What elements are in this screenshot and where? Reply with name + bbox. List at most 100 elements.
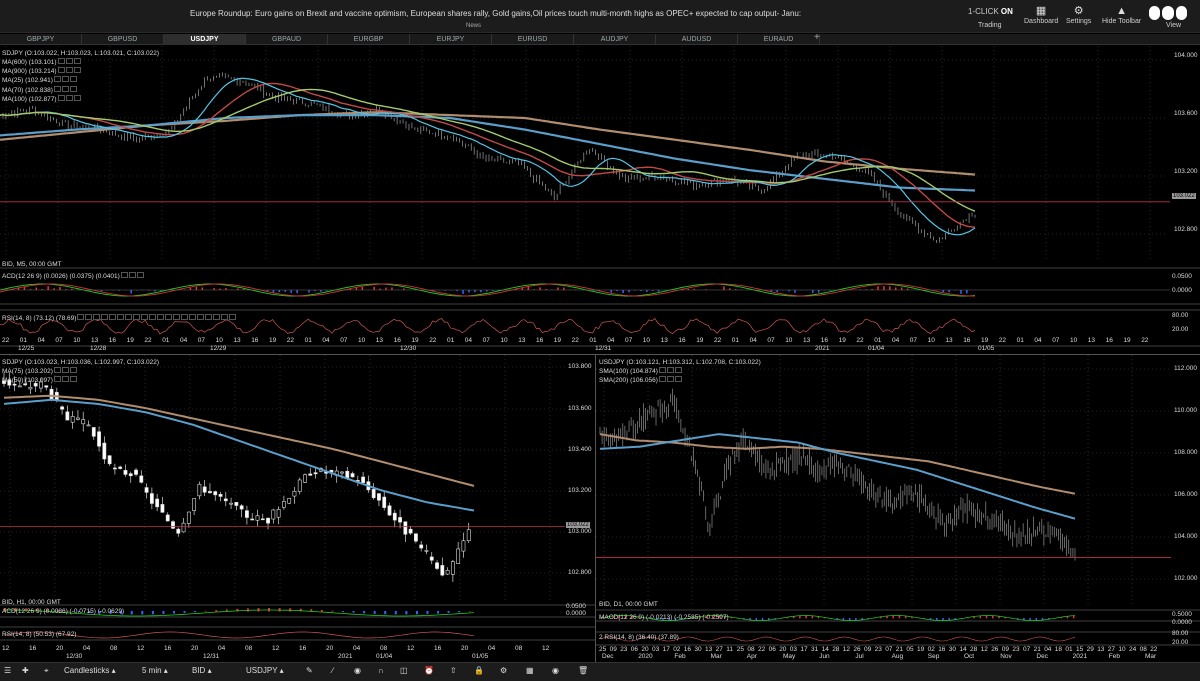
candle-body [340,471,344,474]
candle-body [213,491,218,496]
month-tick: 2020 [638,653,653,660]
tab-usdjpy[interactable]: USDJPY [164,34,246,45]
lock-icon[interactable]: 🔒 [474,666,484,675]
h1-footer: BID, H1, 00:00 GMT [2,599,61,606]
time-tick: 22 [856,337,864,344]
tab-euraud[interactable]: EURAUD [738,34,820,45]
layout-icon[interactable]: ▦ [526,666,534,675]
d1-price-tick: 112.000 [1174,365,1198,372]
date-tick: 01/04 [376,653,393,660]
time-tick: 20 [641,646,649,653]
time-tick: 22 [144,337,152,344]
time-tick: 07 [767,337,775,344]
one-click-toggle[interactable]: 1-CLICK ON [968,7,1013,16]
tab-gbpjpy[interactable]: GBPJPY [0,34,82,45]
eye-icon[interactable]: ◉ [354,666,361,675]
date-tick: 2021 [815,345,830,352]
time-tick: 03 [652,646,660,653]
macd-bar [130,611,133,615]
macd-bar [213,288,215,290]
crosshair-icon[interactable]: ✚ [22,666,29,675]
candle-body [297,479,302,492]
camera-icon[interactable]: ◉ [552,666,559,675]
symbol-select[interactable]: USDJPY ▴ [246,666,284,675]
h1-legend-ma50: MA(50) (103.097) [2,376,159,385]
time-tick: 01 [1016,337,1024,344]
macd-bar [966,290,968,294]
tab-eurusd[interactable]: EURUSD [492,34,574,45]
tab-gbpusd[interactable]: GBPUSD [82,34,164,45]
view-button[interactable]: View [1166,22,1181,29]
time-tick: 22 [758,646,766,653]
h1-chart-panel[interactable]: SDJPY (O:103.023, H:103.036, L:102.997, … [0,355,595,661]
magnet-icon[interactable]: ∩ [378,666,384,675]
candle-body [239,505,244,510]
hide-toolbar-button[interactable]: ▲ Hide Toolbar [1102,5,1141,25]
top-chart-panel[interactable]: SDJPY (O:103.022, H:103.023, L:103.021, … [0,46,1200,354]
chart-type-select[interactable]: Candlesticks ▴ [64,666,116,675]
layers-icon[interactable]: ◫ [400,666,408,675]
settings-button[interactable]: ⚙ Settings [1066,5,1091,25]
date-tick: 12/29 [210,345,227,352]
macd-bar [610,290,612,293]
candle-body [202,486,207,493]
alarm-icon[interactable]: ⏰ [424,666,434,675]
time-tick: 19 [553,337,562,344]
menu-icon[interactable]: ☰ [4,666,11,675]
macd-bar [320,609,323,612]
macd-bar [394,611,397,615]
macd-bar [320,290,322,292]
trash-icon[interactable]: 🗑 [578,666,588,675]
time-tick: 30 [694,646,702,653]
top-chart-canvas[interactable] [0,46,1200,354]
candle-body [144,487,149,493]
time-tick: 13 [803,337,811,344]
news-label[interactable]: News [466,23,481,29]
bottom-toolbar: ☰ ✚ ⌖ Candlesticks ▴ 5 min ▴ BID ▴ USDJP… [0,662,1200,681]
time-tick: 04 [749,337,757,344]
trading-button[interactable]: Trading [978,22,1001,29]
pencil-icon[interactable]: ✎ [306,666,313,675]
candle-body [149,493,154,504]
d1-chart-panel[interactable]: USDJPY (O:103.121, H:103.312, L:102.708,… [596,355,1200,661]
tab-gbpaud[interactable]: GBPAUD [246,34,328,45]
top-legend-ma70: MA(70) (102.838) [2,85,159,95]
tab-eurjpy[interactable]: EURJPY [410,34,492,45]
price-side-select[interactable]: BID ▴ [192,666,212,675]
time-tick: 04 [83,645,91,652]
gear-icon[interactable]: ⚙ [500,666,507,675]
timeframe-select[interactable]: 5 min ▴ [142,666,168,675]
time-tick: 12 [272,645,280,652]
time-tick: 21 [895,646,904,653]
candle-body [223,498,228,502]
macd-bar [141,611,144,615]
platform-logo [1149,6,1187,20]
time-tick: 04 [488,645,496,652]
candle-body [377,493,381,501]
top-rsi-tick: 80.00 [1172,312,1189,319]
macd-bar [521,288,524,290]
candle-body [86,424,91,427]
macd-bar [628,290,630,293]
time-tick: 20 [326,645,334,652]
dashboard-button[interactable]: ▦ Dashboard [1024,5,1058,25]
share-icon[interactable]: ⇧ [450,666,457,675]
news-ticker[interactable]: Europe Roundup: Euro gains on Brexit and… [190,9,801,18]
top-legend: SDJPY (O:103.022, H:103.023, L:103.021, … [2,50,159,104]
candle-body [450,561,455,575]
macd-bar [1066,616,1069,619]
time-tick: 01 [447,337,455,344]
top-legend-ma900: MA(900) (103.214) [2,67,159,76]
candle-body [107,455,112,465]
top-rsi-label: RSI(14, 8) (73.12) (78.69) [2,314,237,323]
candle-body [255,515,260,521]
crop-icon[interactable]: ⌖ [44,666,49,676]
add-tab-button[interactable]: + [814,32,820,43]
tab-eurgbp[interactable]: EURGBP [328,34,410,45]
time-tick: 01 [304,337,312,344]
tab-audjpy[interactable]: AUDJPY [574,34,656,45]
h1-rsi-label: RSI(14, 8) (50.53) (67.92) [2,631,77,638]
candle-body [271,509,276,520]
tab-audusd[interactable]: AUDUSD [656,34,738,45]
line-tool-icon[interactable]: ∕ [332,666,333,675]
